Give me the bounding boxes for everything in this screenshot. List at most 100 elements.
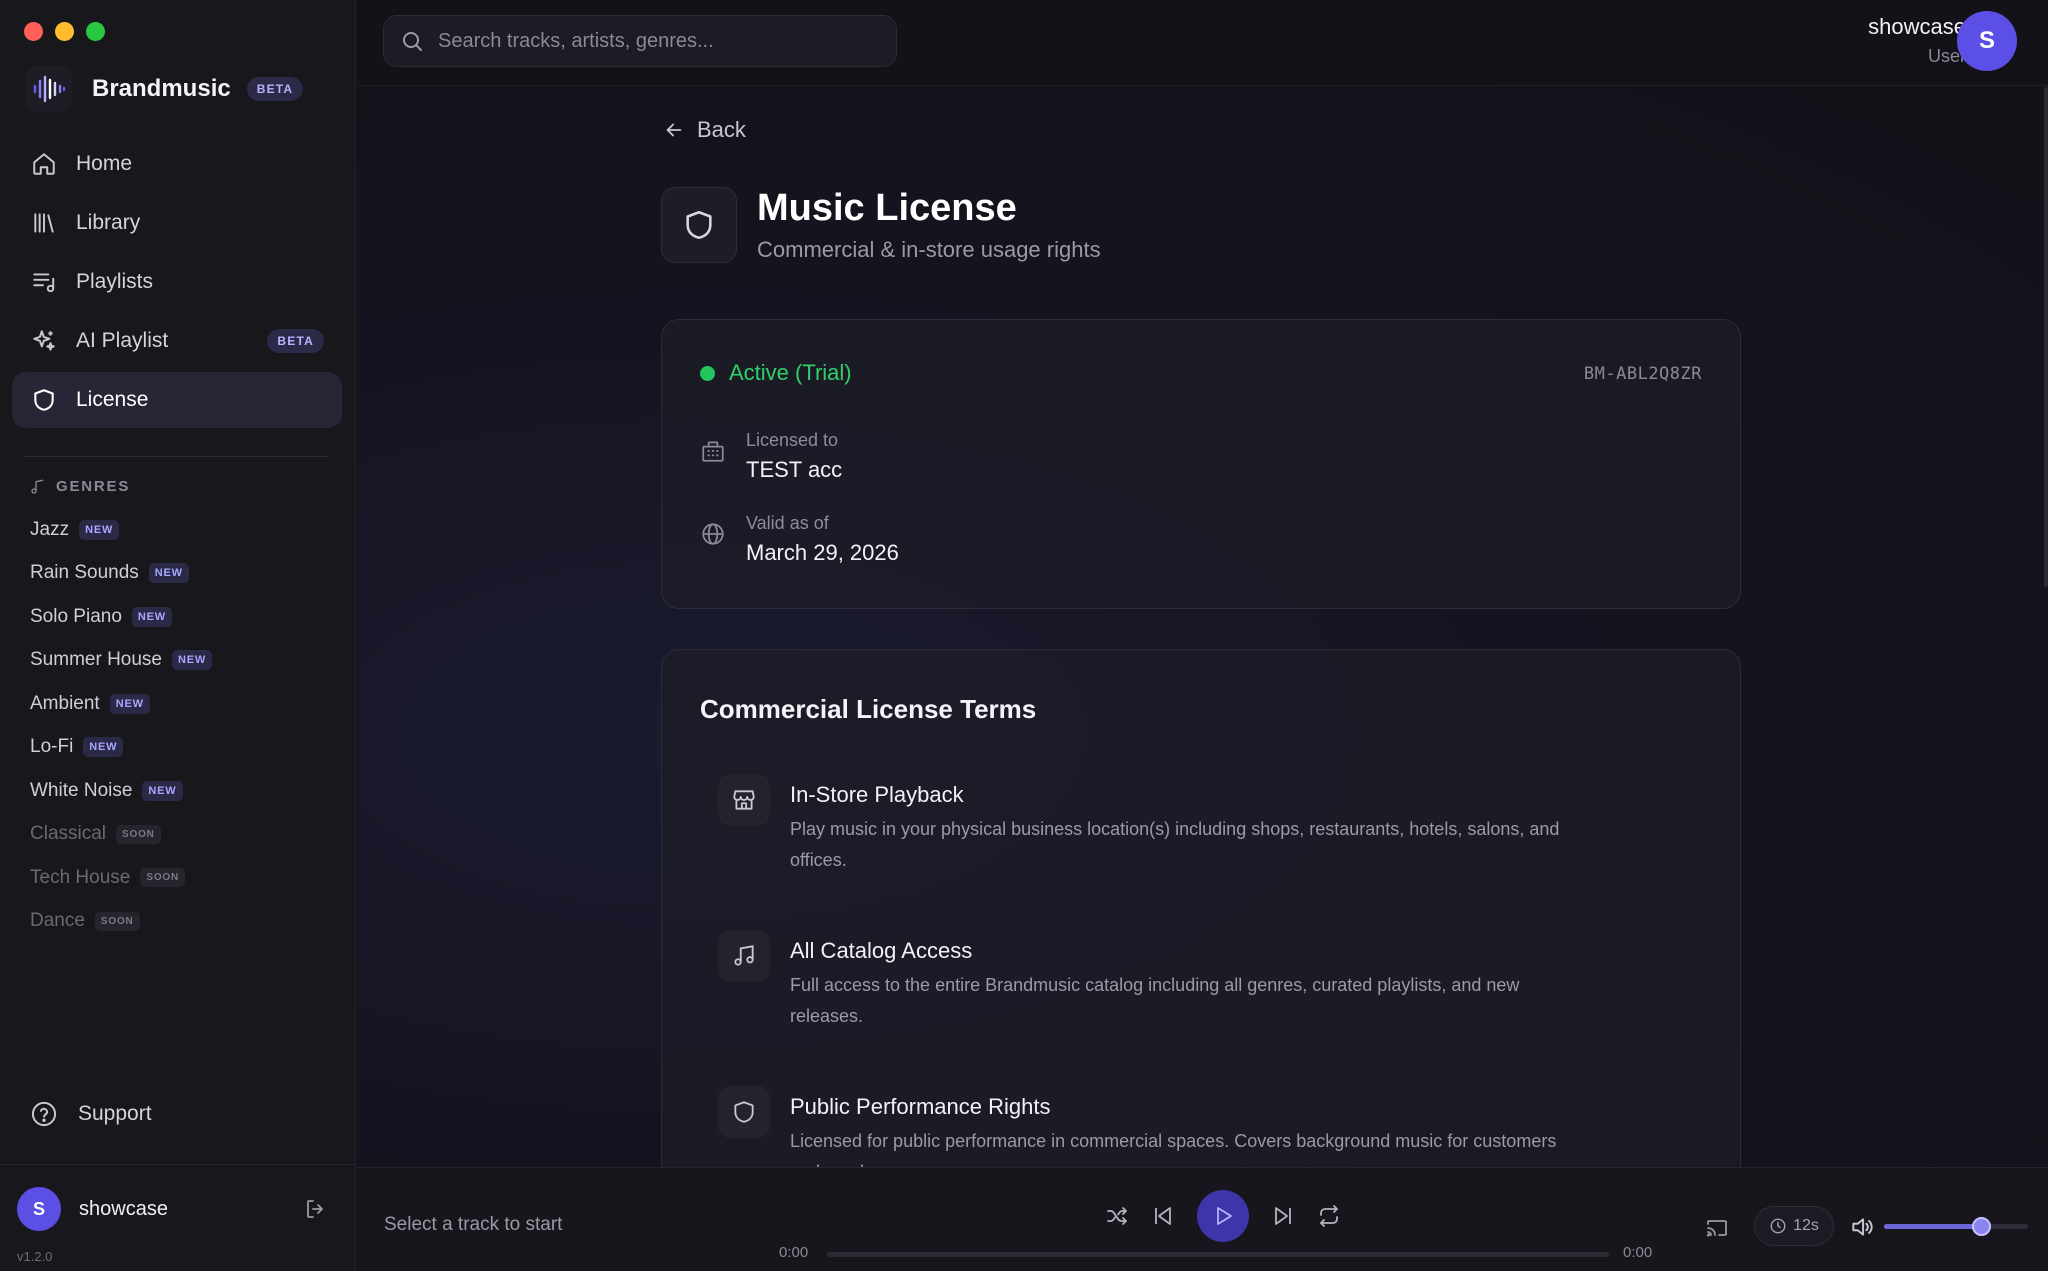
nav-item-license[interactable]: License — [12, 372, 342, 428]
genre-label: White Noise — [30, 779, 133, 801]
sparkles-icon — [30, 327, 58, 355]
shield-icon — [718, 1086, 770, 1138]
term-description-line: releases. — [790, 1006, 864, 1026]
genre-item-summer-house[interactable]: Summer House NEW — [30, 639, 213, 683]
close-window-button[interactable] — [24, 22, 43, 41]
shuffle-icon[interactable] — [1105, 1204, 1129, 1228]
term-description: Licensed for public performance in comme… — [790, 1126, 1556, 1167]
repeat-icon[interactable] — [1317, 1204, 1341, 1228]
nav-label: Library — [76, 211, 141, 234]
term-title: In-Store Playback — [790, 782, 964, 807]
genre-item-rain-sounds[interactable]: Rain Sounds NEW — [30, 552, 212, 596]
help-circle-icon — [30, 1100, 58, 1128]
sleep-timer-label: 12s — [1793, 1217, 1819, 1234]
term-item: All Catalog Access Full access to the en… — [718, 930, 1678, 1032]
cast-icon[interactable] — [1705, 1216, 1729, 1240]
progress-bar[interactable] — [827, 1252, 1609, 1257]
licensed-to-label: Licensed to — [746, 430, 839, 450]
volume-slider[interactable] — [1884, 1217, 2028, 1236]
arrow-left-icon — [663, 119, 685, 141]
sleep-timer-button[interactable]: 12s — [1754, 1206, 1834, 1246]
avatar[interactable]: S — [17, 1187, 61, 1231]
music-note-icon — [30, 479, 46, 495]
status-dot-icon — [700, 365, 715, 381]
term-description-line: Play music in your physical business loc… — [790, 819, 1560, 839]
main-content: Back Music License Commercial & in-store… — [357, 87, 2048, 1167]
new-tag: NEW — [83, 737, 124, 758]
term-item: Public Performance Rights Licensed for p… — [718, 1086, 1678, 1167]
genre-label: Lo-Fi — [30, 736, 74, 758]
time-elapsed: 0:00 — [779, 1244, 809, 1261]
valid-as-of-value: March 29, 2026 — [746, 540, 899, 565]
sidebar-username: showcase — [79, 1198, 168, 1220]
globe-icon — [700, 521, 726, 547]
genre-label: Tech House — [30, 866, 131, 888]
playback-controls — [1105, 1190, 1341, 1242]
support-link[interactable]: Support — [30, 1100, 152, 1128]
volume-handle[interactable] — [1971, 1217, 1991, 1236]
main-nav: Home Library Playlists AI Playlist BETA — [12, 136, 342, 431]
building-icon — [700, 438, 726, 464]
scrollbar[interactable] — [2044, 87, 2048, 587]
beta-badge: BETA — [246, 77, 304, 101]
genre-item-jazz[interactable]: Jazz NEW — [30, 508, 212, 552]
term-description-line: and employees. — [790, 1157, 1556, 1167]
nav-label: License — [76, 388, 149, 411]
term-description-line: Full access to the entire Brandmusic cat… — [790, 975, 1520, 995]
term-item: In-Store Playback Play music in your phy… — [718, 774, 1678, 876]
sidebar: Brandmusic BETA Home Library Playlists A… — [0, 0, 356, 1271]
genre-item-classical: Classical SOON — [30, 813, 212, 857]
license-status: Active (Trial) — [700, 360, 852, 386]
avatar[interactable]: S — [1957, 11, 2017, 71]
volume-icon[interactable] — [1849, 1214, 1875, 1240]
brand-name: Brandmusic — [92, 75, 231, 102]
time-total: 0:00 — [1623, 1244, 1653, 1261]
terms-title: Commercial License Terms — [700, 694, 1037, 724]
genre-label: Jazz — [30, 518, 70, 540]
nav-item-home[interactable]: Home — [12, 136, 342, 192]
sidebar-user: S showcase v1.2.0 — [0, 1164, 356, 1271]
search-box[interactable] — [383, 15, 897, 67]
volume-fill — [1884, 1224, 1982, 1229]
support-label: Support — [78, 1102, 152, 1125]
nav-label: Home — [76, 152, 133, 175]
now-playing-hint: Select a track to start — [384, 1214, 563, 1235]
nav-item-playlists[interactable]: Playlists — [12, 254, 342, 310]
window-controls — [24, 22, 105, 41]
play-button[interactable] — [1197, 1190, 1249, 1242]
genres-heading: GENRES — [30, 478, 130, 495]
term-title: All Catalog Access — [790, 938, 973, 963]
nav-item-library[interactable]: Library — [12, 195, 342, 251]
brand-logo-icon — [26, 66, 72, 112]
genre-item-white-noise[interactable]: White Noise NEW — [30, 769, 212, 813]
minimize-window-button[interactable] — [55, 22, 74, 41]
library-icon — [30, 209, 58, 237]
maximize-window-button[interactable] — [86, 22, 105, 41]
genre-item-ambient[interactable]: Ambient NEW — [30, 682, 212, 726]
licensed-to-row: Licensed to TEST acc — [700, 430, 842, 483]
timer-icon — [1769, 1217, 1787, 1235]
app-version: v1.2.0 — [17, 1249, 53, 1264]
store-icon — [718, 774, 770, 826]
home-icon — [30, 150, 58, 178]
brand[interactable]: Brandmusic BETA — [26, 66, 304, 112]
page-subtitle: Commercial & in-store usage rights — [757, 237, 1101, 262]
new-tag: NEW — [79, 519, 120, 540]
music-note-icon — [718, 930, 770, 982]
valid-as-of-label: Valid as of — [746, 513, 829, 533]
license-status-card: Active (Trial) BM-ABL2Q8ZR Licensed to T… — [661, 319, 1741, 609]
genre-label: Ambient — [30, 692, 100, 714]
previous-track-icon[interactable] — [1151, 1204, 1175, 1228]
genre-item-lo-fi[interactable]: Lo-Fi NEW — [30, 726, 212, 770]
new-tag: NEW — [148, 563, 189, 584]
next-track-icon[interactable] — [1271, 1204, 1295, 1228]
sidebar-divider — [24, 456, 328, 457]
logout-icon[interactable] — [304, 1197, 328, 1221]
nav-item-ai-playlist[interactable]: AI Playlist BETA — [12, 313, 342, 369]
back-button[interactable]: Back — [663, 117, 746, 143]
genre-item-solo-piano[interactable]: Solo Piano NEW — [30, 595, 212, 639]
term-description: Full access to the entire Brandmusic cat… — [790, 970, 1519, 1032]
soon-tag: SOON — [140, 868, 185, 888]
back-label: Back — [697, 117, 746, 142]
search-input[interactable] — [438, 29, 878, 53]
